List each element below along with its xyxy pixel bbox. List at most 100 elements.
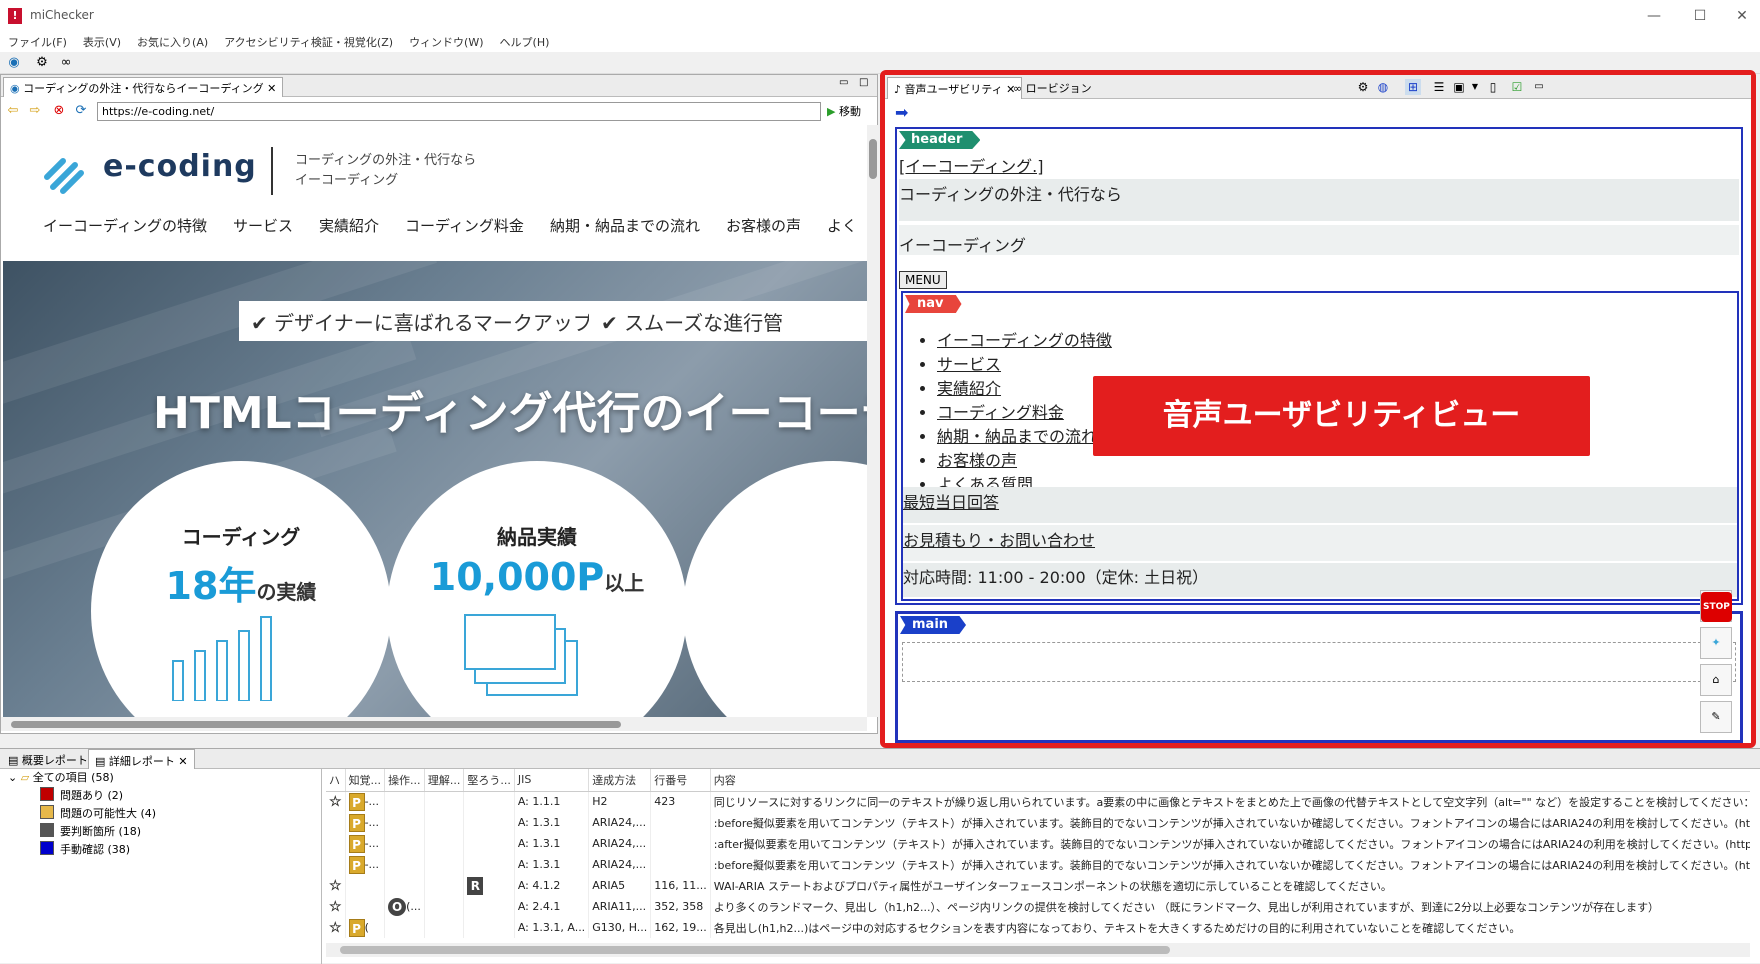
menu-window[interactable]: ウィンドウ(W) <box>401 32 491 52</box>
document-icon[interactable]: ▯ <box>1485 79 1501 95</box>
settings-icon[interactable]: ⚙ <box>1355 79 1371 95</box>
table-row[interactable]: P -... A: 1.3.1 ARIA24,...:before擬似要素を用いてコン… <box>326 854 1750 875</box>
go-button[interactable]: ▶ 移動 <box>827 103 861 119</box>
save-icon[interactable]: ▣ <box>1451 79 1467 95</box>
vertical-scrollbar[interactable] <box>867 125 879 717</box>
nav-list-item[interactable]: 実績紹介 <box>937 377 1112 401</box>
menu-view[interactable]: 表示(V) <box>75 32 129 52</box>
logo-sub-line2: イーコーディング <box>295 173 399 188</box>
tree-item[interactable]: 手動確認 (38) <box>0 841 321 859</box>
horizontal-scrollbar[interactable] <box>1 717 867 731</box>
stop-button[interactable]: STOP <box>1700 590 1732 622</box>
tree-item[interactable]: 問題あり (2) <box>0 787 321 805</box>
table-horizontal-scrollbar[interactable] <box>326 943 1750 957</box>
column-header[interactable]: 行番号 <box>650 769 711 792</box>
cell-jis: A: 4.1.2 <box>514 875 590 896</box>
menu-button[interactable]: MENU <box>899 271 947 289</box>
column-header[interactable]: 堅ろう... <box>463 769 515 792</box>
perceivable-badge-icon: P <box>348 792 365 811</box>
close-icon[interactable]: ✕ <box>267 82 276 95</box>
cell-description: 同じリソースに対するリンクに同一のテキストが繰り返し用いられています。a要素の中… <box>710 791 1750 812</box>
nav-list-item[interactable]: 納期・納品までの流れ <box>937 425 1112 449</box>
tab-summary-report[interactable]: ▤ 概要レポート <box>2 749 94 769</box>
table-row[interactable]: ☆ O (... A: 2.4.1 ARIA11,... 352, 358 より多くのランド… <box>326 896 1750 917</box>
tree-label: 要判断箇所 (18) <box>60 825 142 838</box>
technique-text: H2 <box>592 795 608 809</box>
severity-icon <box>40 823 54 837</box>
gnav-item[interactable]: コーディング料金 <box>405 217 524 235</box>
tree-item[interactable]: 問題の可能性大 (4) <box>0 805 321 823</box>
tree-icon[interactable]: ⊞ <box>1405 79 1421 95</box>
gnav-item[interactable]: イーコーディングの特徴 <box>43 217 207 235</box>
minimize-button[interactable]: — <box>1636 4 1672 28</box>
tab-detail-report[interactable]: ▤ 詳細レポート ✕ <box>88 749 195 769</box>
menu-favorites[interactable]: お気に入り(A) <box>129 32 216 52</box>
table-row[interactable]: P -... A: 1.3.1 ARIA24,...:before擬似要素を用いてコン… <box>326 812 1750 833</box>
table-row[interactable]: ☆ P -... A: 1.1.1 H2 423 同じリソースに対するリンクに同一のテキスト… <box>326 791 1750 812</box>
expand-icon[interactable]: ⌄ <box>8 771 17 784</box>
chevron-down-icon[interactable]: ▼ <box>1467 79 1483 95</box>
column-header[interactable]: 達成方法 <box>588 769 652 792</box>
minimize-pane-icon[interactable]: ▭ <box>839 77 848 88</box>
address-input[interactable]: https://e-coding.net/ <box>97 102 821 121</box>
back-icon[interactable]: ⇦ <box>5 103 21 119</box>
check-icon[interactable]: ☑ <box>1509 79 1525 95</box>
menu-help[interactable]: ヘルプ(H) <box>492 32 558 52</box>
minimize-pane-icon[interactable]: ▭ <box>1531 79 1547 95</box>
stop-icon[interactable]: ⊗ <box>51 103 67 119</box>
refresh-icon[interactable]: ⟳ <box>73 103 89 119</box>
perceivable-text: -... <box>364 857 380 871</box>
lowvision-tool-button[interactable]: ✦ <box>1700 627 1732 659</box>
close-icon[interactable]: ✕ <box>178 755 187 768</box>
maximize-button[interactable]: ☐ <box>1682 4 1718 28</box>
tab-summary-label: 概要レポート <box>21 754 88 767</box>
tab-voice-usability[interactable]: ♪ 音声ユーザビリティ ✕ <box>887 77 1023 99</box>
forward-icon[interactable]: ⇨ <box>27 103 43 119</box>
column-header[interactable]: ハ <box>326 769 346 792</box>
tree-label: 手動確認 (38) <box>60 843 131 856</box>
table-row[interactable]: P -... A: 1.3.1 ARIA24,...:after擬似要素を用いてコンテ… <box>326 833 1750 854</box>
list-icon[interactable]: ☰ <box>1431 79 1447 95</box>
table-row[interactable]: ☆ P(A: 1.3.1, A... G130, H... 162, 19... 各見出… <box>326 917 1750 938</box>
nav-list-item[interactable]: イーコーディングの特徴 <box>937 329 1112 353</box>
maximize-pane-icon[interactable]: □ <box>859 77 868 88</box>
glasses-icon[interactable]: ∞ <box>58 55 74 71</box>
tab-lowvision-label: ロービジョン <box>1025 82 1092 95</box>
globe-icon[interactable]: ◉ <box>6 55 22 71</box>
menu-accessibility[interactable]: アクセシビリティ検証・視覚化(Z) <box>216 32 401 52</box>
gnav-item[interactable]: 納期・納品までの流れ <box>550 217 700 235</box>
browser-tab[interactable]: ◉ コーディングの外注・代行ならイーコーディング ✕ <box>3 77 284 97</box>
column-header[interactable]: JIS <box>514 769 590 792</box>
clean-button[interactable]: ⌂ <box>1700 664 1732 696</box>
pen-button[interactable]: ✎ <box>1700 701 1732 733</box>
nav-list-item[interactable]: サービス <box>937 353 1112 377</box>
global-nav: イーコーディングの特徴 サービス 実績紹介 コーディング料金 納期・納品までの流れ お客様… <box>43 215 867 236</box>
cell-star: ☆ <box>326 896 346 917</box>
gnav-item[interactable]: お客様の声 <box>726 217 801 235</box>
gnav-item[interactable]: 実績紹介 <box>319 217 379 235</box>
html-globe-icon[interactable]: ◍ <box>1375 79 1391 95</box>
nav-list-item[interactable]: お客様の声 <box>937 449 1112 473</box>
logo-text[interactable]: e-coding <box>103 149 257 184</box>
tab-low-vision[interactable]: ∞ ロービジョン <box>1007 77 1098 99</box>
tree-root[interactable]: ⌄ ▱ 全ての項目 (58) <box>0 769 321 787</box>
menu-file[interactable]: ファイル(F) <box>0 32 75 52</box>
close-button[interactable]: ✕ <box>1724 4 1760 28</box>
landmark-tag-header: header <box>899 131 981 149</box>
column-header[interactable]: 操作... <box>384 769 425 792</box>
gnav-item[interactable]: よく <box>827 217 857 235</box>
column-header[interactable]: 理解... <box>424 769 465 792</box>
tree-item[interactable]: 要判断箇所 (18) <box>0 823 321 841</box>
contact-link[interactable]: お見積もり・お問い合わせ <box>903 525 1737 561</box>
nav-list-item[interactable]: コーディング料金 <box>937 401 1112 425</box>
column-header[interactable]: 内容 <box>710 769 1750 792</box>
hero-title: HTMLコーディング代行のイーコーデ <box>153 388 867 439</box>
voice-check-icon[interactable]: ⚙ <box>34 55 50 71</box>
report-pane: ▤ 概要レポート ▤ 詳細レポート ✕ ⌄ ▱ 全ての項目 (58) 問題あり … <box>0 748 1760 964</box>
table-row[interactable]: ☆ R A: 4.1.2 ARIA5 116, 11... WAI-ARIA ステートおよ… <box>326 875 1750 896</box>
header-home-link[interactable]: [イーコーディング.] <box>899 153 1043 177</box>
column-header[interactable]: 知覚... <box>345 769 386 792</box>
jis-text: A: 1.3.1 <box>517 816 561 829</box>
gnav-item[interactable]: サービス <box>233 217 293 235</box>
quick-answer-link[interactable]: 最短当日回答 <box>903 487 1737 523</box>
